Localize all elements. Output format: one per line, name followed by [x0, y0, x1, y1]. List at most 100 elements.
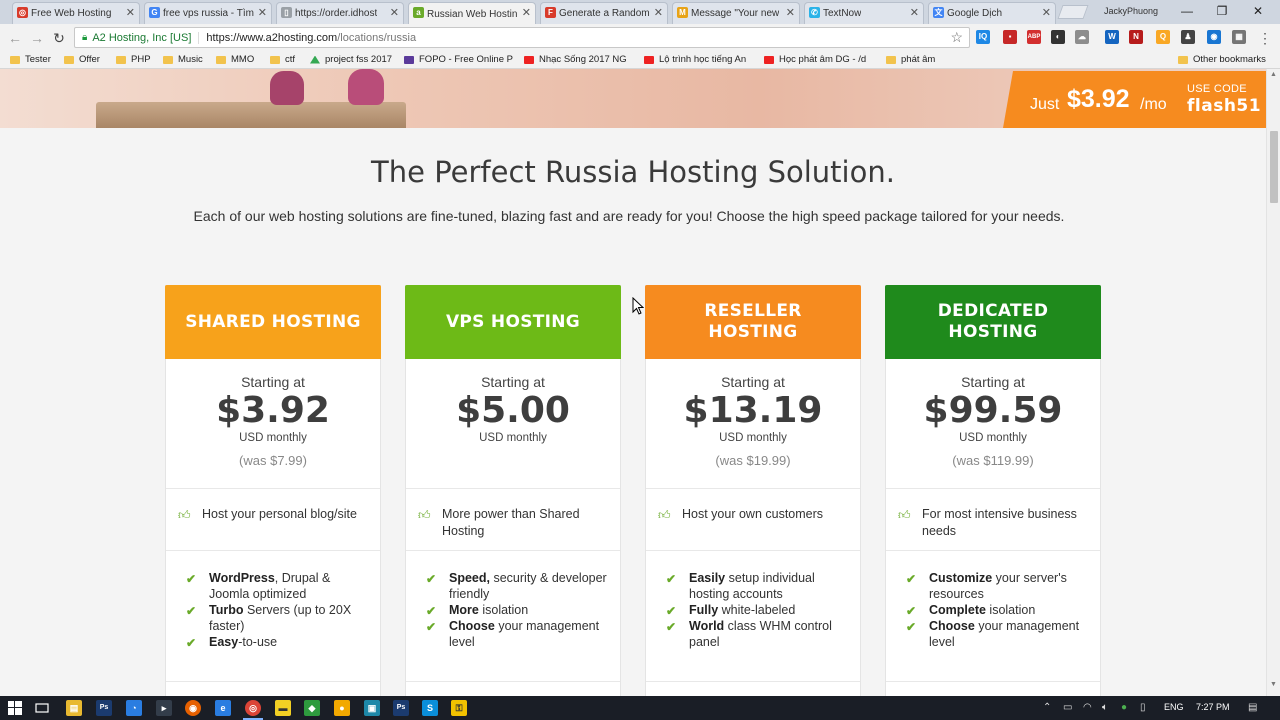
plan-title[interactable]: RESELLER HOSTING	[645, 285, 861, 359]
plan-title[interactable]: DEDICATED HOSTING	[885, 285, 1101, 359]
check-icon: ✔	[906, 604, 917, 618]
plan-feature-list: ✔ Speed, security & developer friendly ✔ M…	[426, 570, 614, 650]
bookmark-star-icon[interactable]: ☆	[950, 29, 963, 46]
plan-title[interactable]: VPS HOSTING	[405, 285, 621, 359]
tab-russian-web-hosting[interactable]: a Russian Web Hostin ✕	[408, 2, 536, 25]
bookmark-lo-trinh[interactable]: Lộ trình học tiếng An	[644, 54, 746, 65]
promo-banner[interactable]: Just $3.92 /mo USE CODE flash51	[1003, 71, 1266, 128]
spy-icon[interactable]: ◐	[1051, 30, 1065, 44]
windows-start-icon[interactable]	[8, 701, 22, 715]
q-ext-icon[interactable]: Q	[1156, 30, 1170, 44]
edge-icon[interactable]: e	[215, 700, 231, 716]
wifi-icon[interactable]: ◠	[1083, 702, 1092, 713]
close-icon[interactable]: ✕	[786, 6, 795, 19]
bookmark-tester[interactable]: Tester	[10, 54, 51, 65]
red-ext-icon[interactable]: ▪	[1003, 30, 1017, 44]
bookmark-music[interactable]: Music	[163, 54, 203, 65]
bookmark-hoc-phat-am[interactable]: Học phát âm DG - /d	[764, 54, 866, 65]
close-icon[interactable]: ✕	[522, 6, 531, 19]
bulb-icon[interactable]: ●	[334, 700, 350, 716]
box-icon[interactable]: ▣	[364, 700, 380, 716]
vertical-scrollbar[interactable]: ▲ ▼	[1266, 69, 1280, 696]
system-clock[interactable]: 7:27 PM	[1196, 702, 1230, 712]
blue-ext-icon[interactable]: ◉	[1207, 30, 1221, 44]
chrome-icon[interactable]: ◎	[245, 700, 261, 716]
plan-card-reseller[interactable]: RESELLER HOSTING Starting at $13.19 USD …	[645, 285, 861, 696]
tab-google-dich[interactable]: 文 Google Dịch ✕	[928, 2, 1056, 24]
bookmark-project-fss[interactable]: project fss 2017	[310, 54, 392, 65]
action-center-icon[interactable]: ▤	[1248, 702, 1257, 713]
bookmark-label: phát âm	[901, 54, 936, 65]
close-window-button[interactable]: ✕	[1243, 2, 1273, 20]
bookmark-php[interactable]: PHP	[116, 54, 151, 65]
task-view-icon[interactable]	[35, 701, 49, 715]
w-ext-icon[interactable]: W	[1105, 30, 1119, 44]
url-text[interactable]: https://www.a2hosting.com/locations/russ…	[206, 32, 416, 44]
check-icon: ✔	[186, 604, 197, 618]
scrollbar-thumb[interactable]	[1270, 131, 1278, 203]
reload-icon[interactable]: ↻	[50, 29, 68, 47]
close-icon[interactable]: ✕	[910, 6, 919, 19]
iq-icon[interactable]: IQ	[976, 30, 990, 44]
tab-google-search[interactable]: G free vps russia - Tìm ✕	[144, 2, 272, 24]
plan-card-dedicated[interactable]: DEDICATED HOSTING Starting at $99.59 USD…	[885, 285, 1101, 696]
tab-textnow[interactable]: ✆ TextNow ✕	[804, 2, 924, 24]
plan-card-vps[interactable]: VPS HOSTING Starting at $5.00 USD monthl…	[405, 285, 621, 696]
volume-icon[interactable]: 🔈︎	[1102, 702, 1108, 713]
notes-icon[interactable]: ▬	[275, 700, 291, 716]
hardware-icon[interactable]: ▭	[1063, 702, 1072, 713]
site-identity[interactable]: A2 Hosting, Inc [US]	[92, 31, 200, 44]
firefox-icon[interactable]: ◉	[185, 700, 201, 716]
scroll-down-arrow-icon[interactable]: ▼	[1270, 681, 1277, 688]
explorer-icon[interactable]: ▤	[66, 700, 82, 716]
cloud-ext-icon[interactable]: ☁	[1075, 30, 1089, 44]
bookmark-mmo[interactable]: MMO	[216, 54, 254, 65]
shield-icon[interactable]: ●	[1121, 702, 1127, 713]
network-icon[interactable]: ▯	[1140, 702, 1146, 713]
close-icon[interactable]: ✕	[258, 6, 267, 19]
close-icon[interactable]: ✕	[654, 6, 663, 19]
person-ext-icon[interactable]: ♟	[1181, 30, 1195, 44]
tab-free-web-hosting[interactable]: ◎ Free Web Hosting ✕	[12, 2, 140, 24]
n-ext-icon[interactable]: N	[1129, 30, 1143, 44]
page-content: Just $3.92 /mo USE CODE flash51 The Perf…	[0, 69, 1266, 696]
scroll-up-arrow-icon[interactable]: ▲	[1270, 71, 1277, 78]
plan-card-shared[interactable]: SHARED HOSTING Starting at $3.92 USD mon…	[165, 285, 381, 696]
tab-generate-random[interactable]: F Generate a Random ✕	[540, 2, 668, 24]
vpn-icon[interactable]: ⚿	[451, 700, 467, 716]
back-arrow-icon[interactable]: ←	[6, 29, 24, 47]
menu-dots-icon[interactable]: ⋮	[1256, 29, 1274, 47]
terminal-icon[interactable]: ▸	[156, 700, 172, 716]
bookmark-ctf[interactable]: ctf	[270, 54, 295, 65]
close-icon[interactable]: ✕	[1042, 6, 1051, 19]
bookmark-phat-am[interactable]: phát âm	[886, 54, 935, 65]
chevron-up-icon[interactable]: ⌃	[1043, 702, 1051, 713]
tab-message[interactable]: M Message "Your new ✕	[672, 2, 800, 24]
grid-ext-icon[interactable]: ▦	[1232, 30, 1246, 44]
chat-icon[interactable]: ◔	[126, 700, 142, 716]
minimize-button[interactable]: —	[1172, 2, 1202, 20]
tab-order-idhost[interactable]: ▯ https://order.idhost ✕	[276, 2, 404, 24]
folder-icon	[10, 55, 20, 64]
restore-button[interactable]: ❐	[1207, 2, 1237, 20]
input-language[interactable]: ENG	[1164, 702, 1184, 712]
plan-price: $3.92	[216, 390, 330, 431]
close-icon[interactable]: ✕	[390, 6, 399, 19]
plan-title[interactable]: SHARED HOSTING	[165, 285, 381, 359]
close-icon[interactable]: ✕	[126, 6, 135, 19]
bookmark-offer[interactable]: Offer	[64, 54, 100, 65]
abp-icon[interactable]: ABP	[1027, 30, 1041, 44]
bookmark-nhac-song[interactable]: Nhạc Sống 2017 NG	[524, 54, 627, 65]
photoshop2-icon[interactable]: Ps	[393, 700, 409, 716]
photoshop-icon[interactable]: Ps	[96, 700, 112, 716]
profile-name[interactable]: JackyPhuong	[1104, 6, 1158, 16]
tab-label: Message "Your new	[691, 8, 780, 19]
other-bookmarks[interactable]: Other bookmarks	[1178, 54, 1266, 65]
bookmark-label: Other bookmarks	[1193, 54, 1266, 65]
skype-icon[interactable]: S	[422, 700, 438, 716]
green-app-icon[interactable]: ◆	[304, 700, 320, 716]
bookmark-fopo[interactable]: FOPO - Free Online P	[404, 54, 513, 65]
address-bar[interactable]: 🔒︎ A2 Hosting, Inc [US] https://www.a2ho…	[74, 27, 970, 48]
new-tab-button[interactable]	[1057, 5, 1089, 19]
forward-arrow-icon[interactable]: →	[28, 29, 46, 47]
